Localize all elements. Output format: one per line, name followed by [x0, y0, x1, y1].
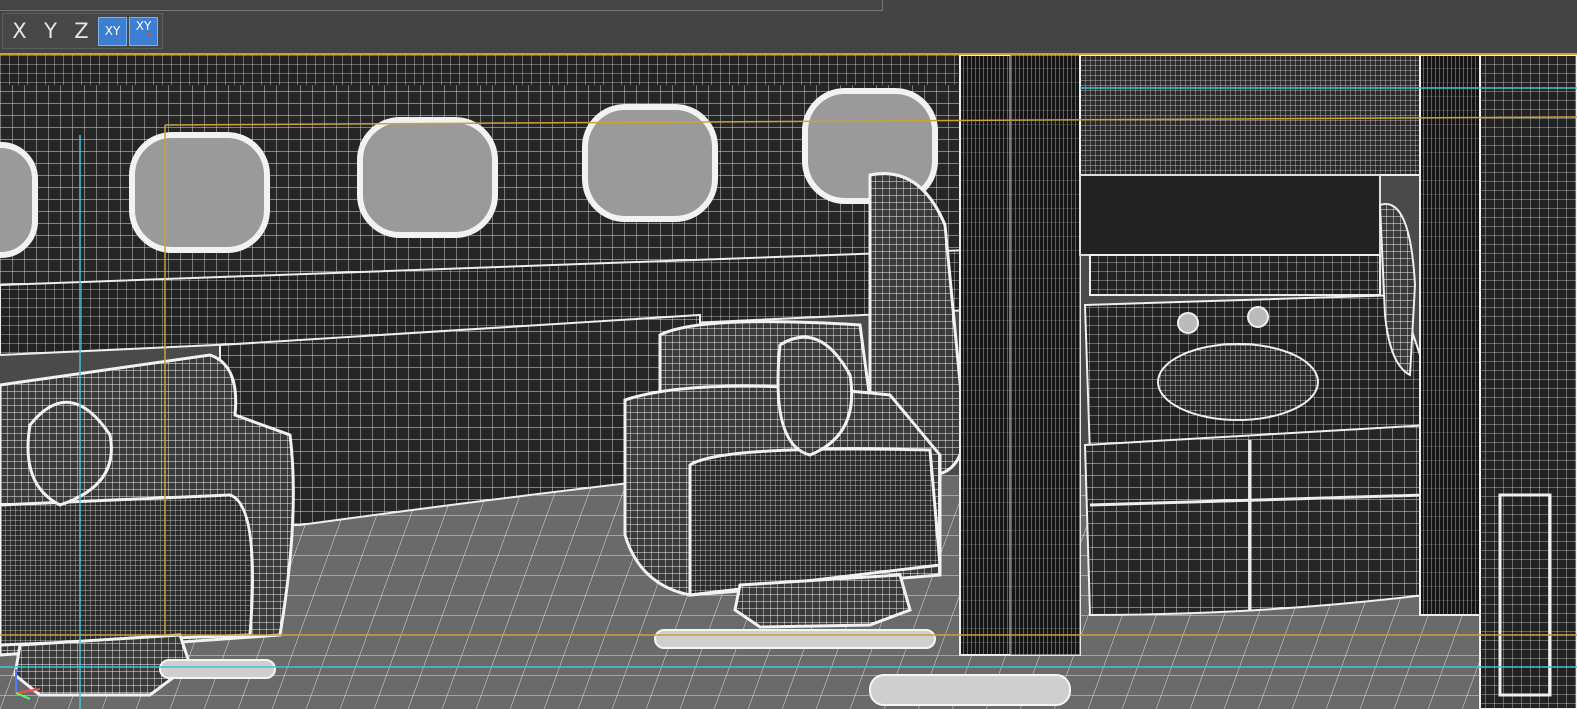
axis-x-button[interactable]: X	[5, 17, 34, 46]
axis-constraints-group: X Y Z XY XY ∩	[2, 13, 163, 49]
axis-constraints-toolbar: X Y Z XY XY ∩	[0, 11, 1577, 53]
window-2	[129, 132, 270, 253]
3d-viewport[interactable]	[0, 53, 1577, 709]
axis-xy-button[interactable]: XY	[98, 16, 127, 46]
shelf	[1089, 254, 1381, 296]
axis-tripod-icon	[15, 669, 41, 700]
right-door-mesh	[1479, 55, 1577, 709]
window-4	[582, 104, 718, 222]
axis-xy-lock-button[interactable]: XY ∩	[129, 16, 158, 46]
right-column-mesh	[1419, 55, 1481, 616]
vanity-unit	[1083, 293, 1442, 617]
vanity-drawers	[1083, 423, 1432, 617]
faucet-right	[1247, 306, 1269, 328]
main-toolbar	[0, 0, 883, 11]
partition-edge	[1009, 55, 1081, 656]
app-window: X Y Z XY XY ∩	[0, 0, 1577, 709]
axis-y-button[interactable]: Y	[36, 17, 65, 46]
lock-icon: ∩	[145, 29, 154, 43]
ceiling-mesh	[0, 55, 970, 85]
wireframe-scene	[0, 55, 1577, 709]
sink-basin	[1157, 343, 1319, 421]
axis-z-button[interactable]: Z	[67, 17, 96, 46]
window-3	[357, 117, 498, 238]
faucet-left	[1177, 312, 1199, 334]
upper-cabinet-mesh	[1079, 55, 1421, 176]
backsplash	[1079, 174, 1381, 256]
window-1	[0, 142, 38, 258]
